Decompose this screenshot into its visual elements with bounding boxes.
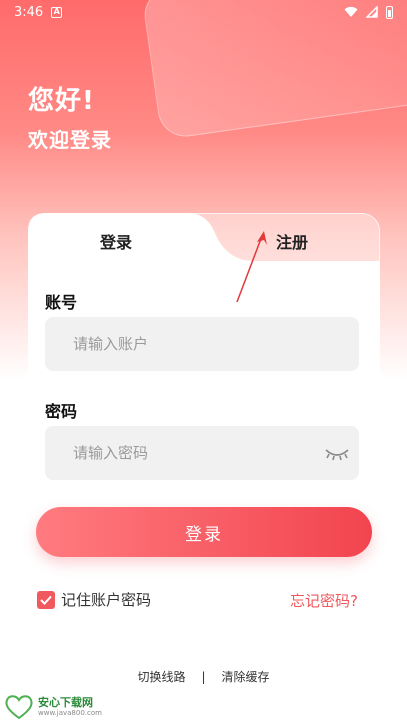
clear-cache-link[interactable]: 清除缓存	[222, 668, 270, 685]
eye-closed-icon[interactable]	[324, 446, 350, 462]
wifi-icon	[344, 6, 358, 17]
account-label: 账号	[45, 293, 78, 312]
status-icons	[344, 5, 393, 19]
footer-separator: |	[201, 669, 206, 684]
watermark: 安心下载网 www.java800.com	[4, 694, 102, 720]
notification-icon: A	[51, 6, 63, 18]
status-bar: 3:46 A	[0, 0, 407, 24]
password-input[interactable]	[45, 426, 359, 480]
welcome-subtitle: 欢迎登录	[28, 128, 112, 152]
forgot-password-link[interactable]: 忘记密码?	[290, 590, 358, 611]
footer-links: 切换线路 | 清除缓存	[0, 668, 407, 685]
status-time: 3:46	[14, 4, 44, 20]
tab-login[interactable]: 登录	[100, 229, 132, 253]
remember-password-toggle[interactable]: 记住账户密码	[37, 589, 151, 610]
account-input[interactable]	[45, 317, 359, 371]
switch-line-link[interactable]: 切换线路	[137, 668, 185, 685]
remember-label: 记住账户密码	[61, 591, 152, 609]
login-button[interactable]: 登录	[36, 507, 372, 557]
tab-register[interactable]: 注册	[276, 229, 308, 253]
greeting-title: 您好!	[28, 86, 95, 116]
password-label: 密码	[45, 402, 78, 421]
checkbox-checked-icon[interactable]	[37, 590, 55, 609]
watermark-url: www.java800.com	[38, 709, 102, 717]
watermark-name: 安心下载网	[38, 696, 93, 709]
signal-icon	[366, 6, 378, 18]
battery-icon	[386, 5, 393, 19]
heart-logo-icon	[5, 695, 33, 720]
